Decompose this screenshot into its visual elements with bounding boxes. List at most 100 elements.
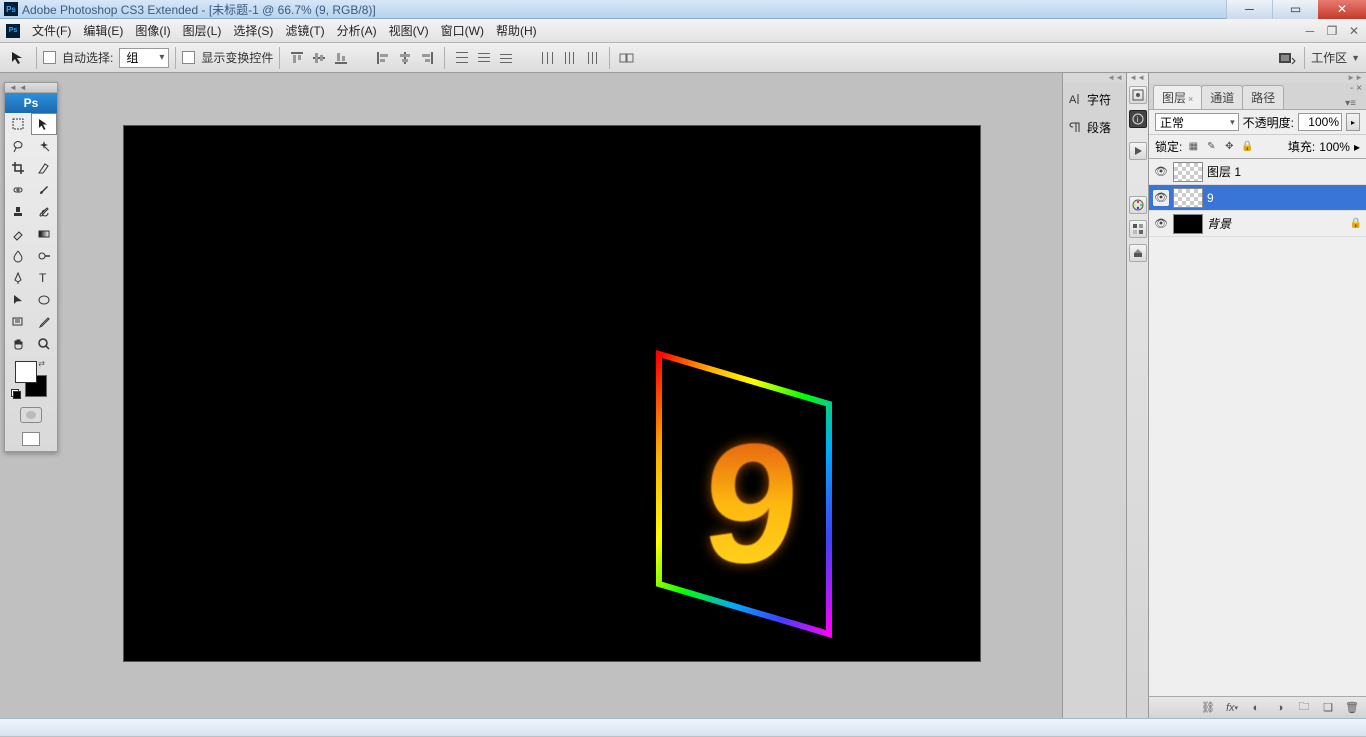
fill-flyout-icon[interactable]: ▸ (1354, 140, 1360, 154)
current-tool-icon[interactable] (6, 48, 30, 68)
align-h-group (372, 47, 438, 69)
menu-file[interactable]: 文件(F) (26, 19, 77, 42)
menu-layer[interactable]: 图层(L) (177, 19, 228, 42)
window-buttons: ─ ▭ ✕ (1226, 0, 1366, 19)
menu-view[interactable]: 视图(V) (383, 19, 435, 42)
visibility-icon[interactable]: 👁 (1153, 190, 1169, 206)
panel-menu-icon[interactable]: - × (1350, 83, 1362, 94)
new-group-icon[interactable]: 🗀 (1296, 700, 1312, 716)
align-left-icon[interactable] (372, 47, 394, 69)
show-transform-label: 显示变换控件 (201, 49, 273, 66)
visibility-icon[interactable]: 👁 (1153, 164, 1169, 180)
adjustment-layer-icon[interactable]: ◑ (1272, 700, 1288, 716)
show-transform-checkbox[interactable] (182, 51, 195, 64)
layer-thumb[interactable] (1173, 214, 1203, 234)
doc-minimize-button[interactable]: ─ (1300, 22, 1320, 40)
layer-row[interactable]: 👁 背景 🔒 (1149, 211, 1366, 237)
auto-select-dropdown[interactable]: 组 (119, 48, 169, 68)
dist-vcenter-icon[interactable] (473, 47, 495, 69)
go-bridge-icon[interactable] (1276, 47, 1298, 69)
menu-edit[interactable]: 编辑(E) (77, 19, 129, 42)
mini-panels: ◄◄ A 字符 段落 (1062, 73, 1126, 718)
align-right-icon[interactable] (416, 47, 438, 69)
fill-input[interactable]: 100% (1319, 140, 1350, 154)
divider (1304, 47, 1305, 69)
opacity-flyout-icon[interactable]: ▸ (1346, 113, 1360, 131)
distribute-h-group (537, 47, 603, 69)
layer-row[interactable]: 👁 9 (1149, 185, 1366, 211)
menu-image[interactable]: 图像(I) (129, 19, 176, 42)
visibility-icon[interactable]: 👁 (1153, 216, 1169, 232)
workspace-label: 工作区 (1311, 49, 1347, 66)
mini-character[interactable]: A 字符 (1063, 87, 1126, 111)
dist-hcenter-icon[interactable] (559, 47, 581, 69)
navigator-icon[interactable] (1129, 86, 1147, 104)
menu-filter[interactable]: 滤镜(T) (279, 19, 330, 42)
layer-thumb[interactable] (1173, 188, 1203, 208)
maximize-button[interactable]: ▭ (1272, 0, 1318, 19)
dist-left-icon[interactable] (537, 47, 559, 69)
layer-name[interactable]: 背景 (1207, 215, 1346, 232)
layer-list: 👁 图层 1 👁 9 👁 背景 🔒 (1149, 159, 1366, 696)
panel-collapse-icon[interactable]: ►► (1149, 73, 1366, 83)
layer-mask-icon[interactable]: ◐ (1248, 700, 1264, 716)
styles-icon[interactable] (1129, 244, 1147, 262)
new-layer-icon[interactable]: ❏ (1320, 700, 1336, 716)
layer-row[interactable]: 👁 图层 1 (1149, 159, 1366, 185)
align-hcenter-icon[interactable] (394, 47, 416, 69)
mini-paragraph[interactable]: 段落 (1063, 115, 1126, 139)
lock-all-icon[interactable]: 🔒 (1240, 140, 1254, 154)
lock-position-icon[interactable]: ✥ (1222, 140, 1236, 154)
lock-pixels-icon[interactable]: ✎ (1204, 140, 1218, 154)
layers-panel: ►► - × 图层× 通道 路径 ▾≡ 正常 不透明度: 100% ▸ 锁定: … (1148, 73, 1366, 718)
workspace-arrow-icon[interactable]: ▼ (1351, 53, 1360, 63)
layer-name[interactable]: 9 (1207, 191, 1362, 205)
align-vcenter-icon[interactable] (308, 47, 330, 69)
character-icon: A (1067, 91, 1083, 107)
menu-help[interactable]: 帮助(H) (490, 19, 543, 42)
window-title: Adobe Photoshop CS3 Extended - [未标题-1 @ … (22, 1, 1226, 18)
tab-layers[interactable]: 图层× (1153, 85, 1202, 109)
number-nine: 9 (697, 406, 805, 602)
tab-paths[interactable]: 路径 (1242, 85, 1284, 109)
swatches-icon[interactable] (1129, 220, 1147, 238)
doc-close-button[interactable]: ✕ (1344, 22, 1364, 40)
layer-thumb[interactable] (1173, 162, 1203, 182)
document-title: [未标题-1 @ 66.7% (9, RGB/8)] (209, 3, 376, 17)
color-icon[interactable] (1129, 196, 1147, 214)
dist-top-icon[interactable] (451, 47, 473, 69)
align-bottom-icon[interactable] (330, 47, 352, 69)
foreground-color[interactable] (15, 361, 37, 383)
mini-collapse-icon[interactable]: ◄◄ (1063, 73, 1126, 83)
tab-channels[interactable]: 通道 (1201, 85, 1243, 109)
options-bar: 自动选择: 组 显示变换控件 工作区 ▼ (0, 43, 1366, 73)
close-button[interactable]: ✕ (1318, 0, 1366, 19)
blend-mode-select[interactable]: 正常 (1155, 113, 1239, 131)
menu-select[interactable]: 选择(S) (227, 19, 279, 42)
menu-window[interactable]: 窗口(W) (435, 19, 490, 42)
dist-bottom-icon[interactable] (495, 47, 517, 69)
auto-align-icon[interactable] (616, 47, 638, 69)
divider (279, 47, 280, 69)
info-icon[interactable]: i (1129, 110, 1147, 128)
app-name: Adobe Photoshop CS3 Extended (22, 3, 198, 17)
link-layers-icon[interactable]: ⛓ (1200, 700, 1216, 716)
minimize-button[interactable]: ─ (1226, 0, 1272, 19)
svg-text:A: A (1069, 94, 1077, 106)
doc-restore-button[interactable]: ❐ (1322, 22, 1342, 40)
align-top-icon[interactable] (286, 47, 308, 69)
canvas[interactable]: 9 (124, 126, 980, 661)
lock-label: 锁定: (1155, 138, 1182, 155)
lock-transparent-icon[interactable]: ▦ (1186, 140, 1200, 154)
dock-collapse-icon[interactable]: ◄◄ (1127, 73, 1148, 83)
delete-layer-icon[interactable]: 🗑 (1344, 700, 1360, 716)
panel-flyout-icon[interactable]: ▾≡ (1345, 98, 1362, 109)
opacity-input[interactable]: 100% (1298, 113, 1342, 131)
dist-right-icon[interactable] (581, 47, 603, 69)
menu-analysis[interactable]: 分析(A) (331, 19, 383, 42)
play-icon[interactable] (1129, 142, 1147, 160)
layer-name[interactable]: 图层 1 (1207, 163, 1362, 180)
auto-select-checkbox[interactable] (43, 51, 56, 64)
mini-char-label: 字符 (1087, 91, 1111, 108)
layer-fx-icon[interactable]: fx▾ (1224, 700, 1240, 716)
